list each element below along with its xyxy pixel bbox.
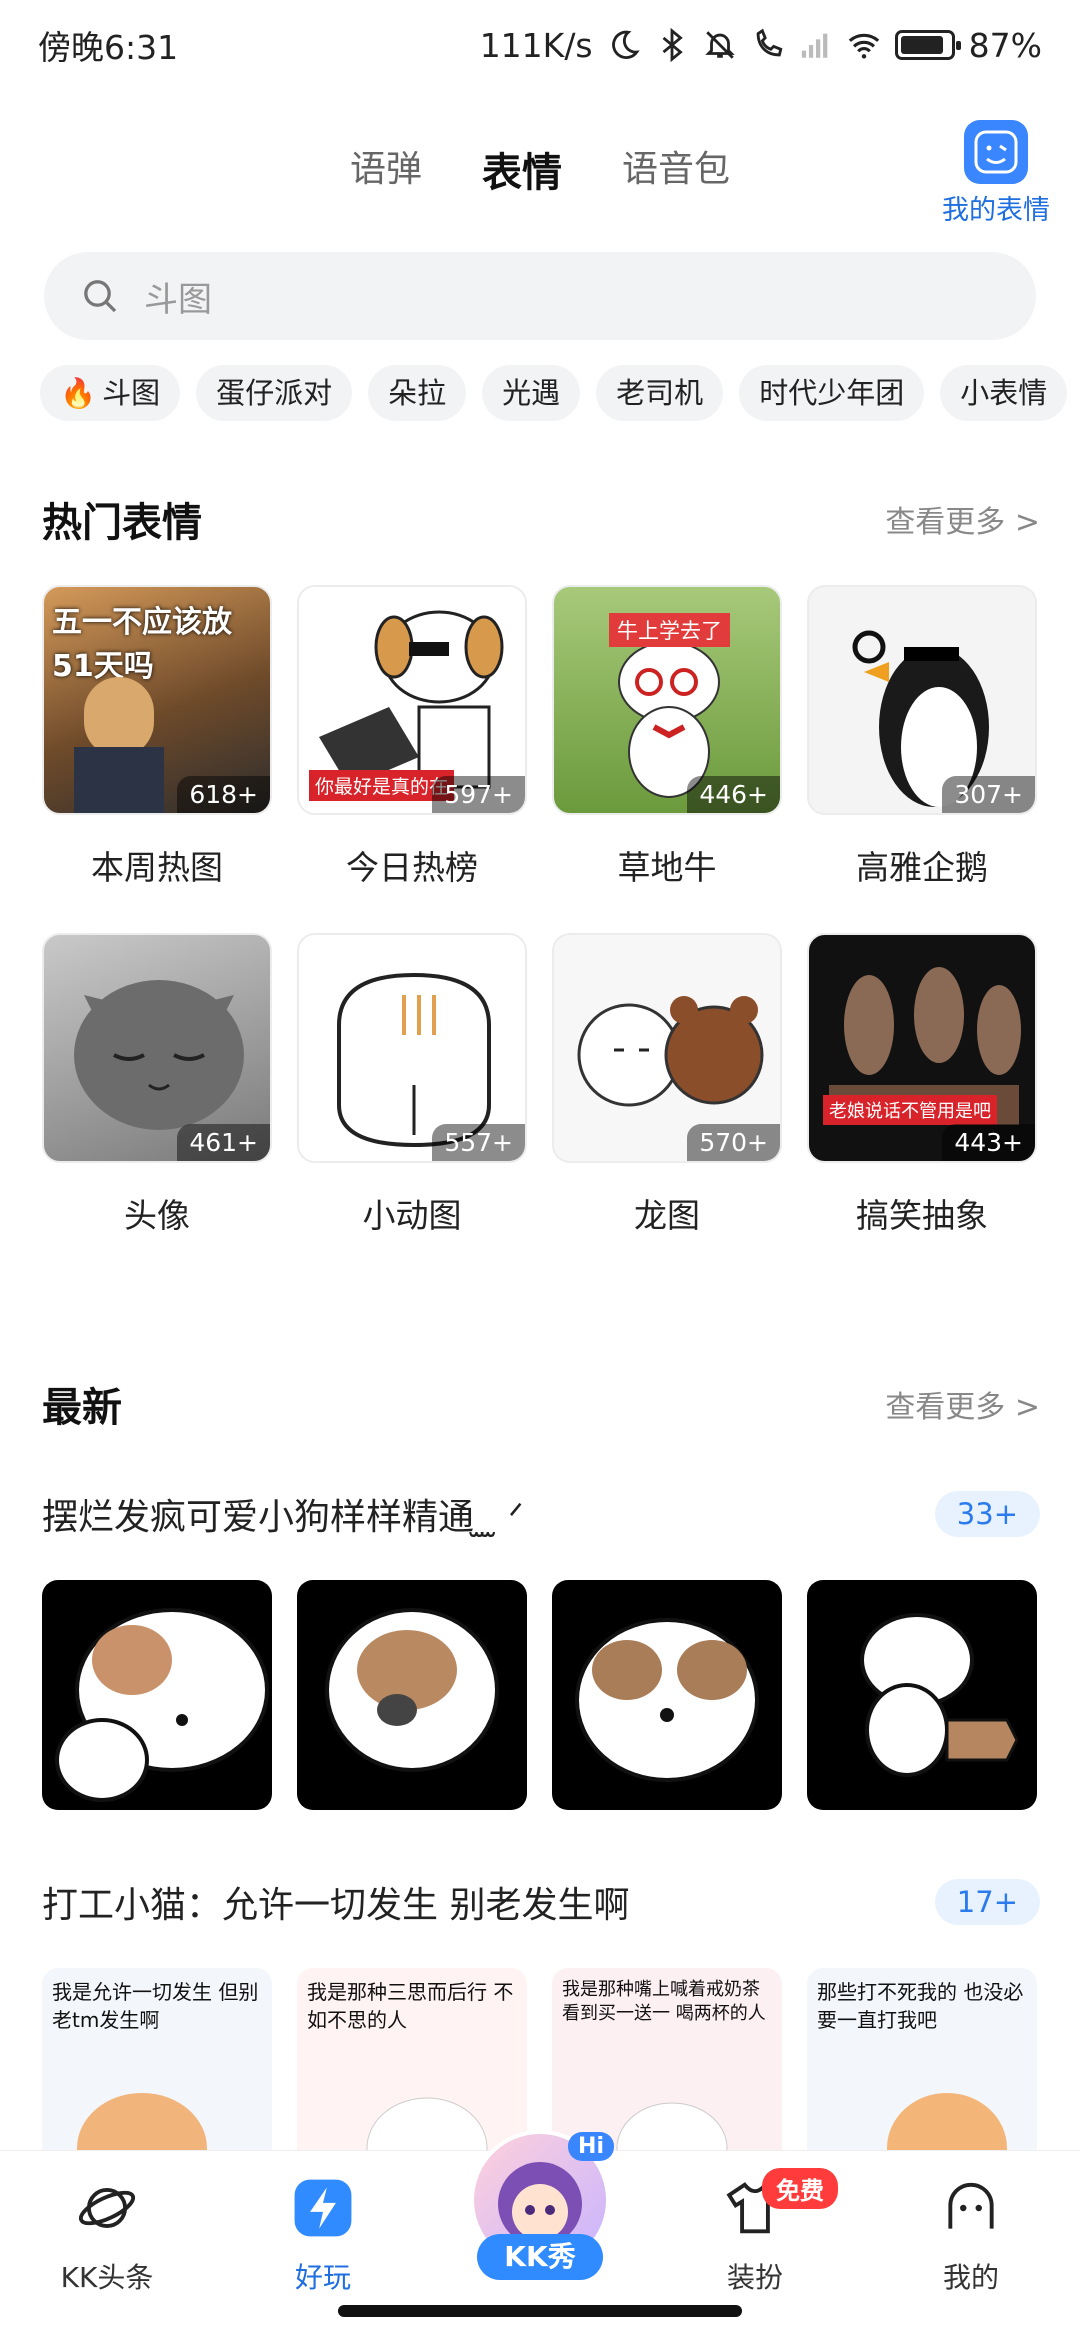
battery-icon	[894, 30, 961, 60]
search-placeholder: 斗图	[144, 279, 212, 320]
search-icon	[84, 280, 117, 313]
planet-icon	[78, 2187, 136, 2229]
latest-title: 最新	[42, 1385, 122, 1431]
sticker-thumbnail[interactable]: 我是允许一切发生 但别老tm发生啊	[42, 1968, 272, 2150]
sticker-thumbnail[interactable]	[807, 1580, 1037, 1810]
chip-dora[interactable]: 朵拉	[368, 365, 467, 421]
nav-kk-headlines[interactable]: KK头条	[42, 2177, 172, 2296]
thumbnail: 557+	[297, 933, 527, 1163]
pack-title-dog[interactable]: 摆烂发疯可爱小狗样样精通 ̫ ̫ ᐟ 33+	[42, 1488, 1040, 1540]
network-speed: 111K/s	[479, 25, 593, 65]
hot-grid: 五一不应该放 51天吗 618+ 本周热图 你最好是真的在 597+ 今日热榜 …	[42, 585, 1038, 1237]
my-expressions-button[interactable]: 我的表情	[942, 120, 1050, 227]
search-input[interactable]: 斗图	[44, 252, 1036, 340]
thumbnail: 牛上学去了 446+	[552, 585, 782, 815]
sticker-thumbnail[interactable]: 那些打不死我的 也没必要一直打我吧	[807, 1968, 1037, 2150]
ghost-face-icon	[948, 2182, 994, 2229]
call-icon	[756, 28, 783, 57]
sticker-thumbnail[interactable]	[297, 1580, 527, 1810]
sticker-thumbnail[interactable]: 我是那种三思而后行 不如不思的人	[297, 1968, 527, 2150]
home-indicator[interactable]	[338, 2305, 742, 2317]
thumbnail: 570+	[552, 933, 782, 1163]
thumbnail: 307+	[807, 585, 1037, 815]
thumbnail: 老娘说话不管用是吧 443+	[807, 933, 1037, 1163]
nav-fun[interactable]: 好玩	[258, 2177, 388, 2296]
my-expressions-label: 我的表情	[942, 195, 1050, 226]
hot-card-dragon[interactable]: 570+ 龙图	[552, 933, 782, 1237]
hot-card-avatar[interactable]: 461+ 头像	[42, 933, 272, 1237]
sticker-thumbnail[interactable]	[42, 1580, 272, 1810]
thumbnail: 461+	[42, 933, 272, 1163]
hot-card-funny[interactable]: 老娘说话不管用是吧 443+ 搞笑抽象	[807, 933, 1037, 1237]
thumbnail: 你最好是真的在 597+	[297, 585, 527, 815]
sticker-thumbnail[interactable]: 我是那种嘴上喊着戒奶茶 看到买一送一 喝两杯的人	[552, 1968, 782, 2150]
hot-card-small-gif[interactable]: 557+ 小动图	[297, 933, 527, 1237]
pack-count-badge: 33+	[934, 1491, 1040, 1537]
hot-more-link[interactable]: 查看更多 >	[885, 497, 1040, 541]
status-time: 傍晚6:31	[38, 28, 179, 67]
chip-eggy-party[interactable]: 蛋仔派对	[196, 365, 353, 421]
smiley-icon	[964, 120, 1028, 184]
latest-section-header: 最新 查看更多 >	[42, 1375, 1040, 1433]
status-bar: 傍晚6:31 111K/s 87%	[0, 0, 1080, 90]
tab-expressions[interactable]: 表情	[482, 140, 562, 202]
free-badge: 免费	[762, 2168, 838, 2209]
hi-badge: Hi	[568, 2132, 614, 2161]
pack-title-cat[interactable]: 打工小猫：允许一切发生 别老发生啊 17+	[42, 1876, 1040, 1928]
hot-section-header: 热门表情 查看更多 >	[42, 490, 1040, 548]
mute-bell-icon	[704, 31, 735, 59]
chip-tnt[interactable]: 时代少年团	[739, 365, 925, 421]
nav-me[interactable]: 我的	[906, 2177, 1036, 2296]
thumbnail: 五一不应该放 51天吗 618+	[42, 585, 272, 815]
hot-card-today[interactable]: 你最好是真的在 597+ 今日热榜	[297, 585, 527, 889]
fire-icon: 🔥	[60, 376, 97, 410]
tab-voice-pack[interactable]: 语音包	[622, 140, 730, 198]
battery-percent: 87%	[968, 25, 1042, 65]
chip-old-driver[interactable]: 老司机	[596, 365, 724, 421]
signal-icon	[801, 33, 827, 58]
tab-danmu[interactable]: 语弹	[350, 140, 422, 198]
top-tabs: 语弹 表情 语音包	[0, 140, 1080, 202]
latest-more-link[interactable]: 查看更多 >	[885, 1382, 1040, 1426]
hot-card-weekly[interactable]: 五一不应该放 51天吗 618+ 本周热图	[42, 585, 272, 889]
hot-card-penguin[interactable]: 307+ 高雅企鹅	[807, 585, 1037, 889]
pack-strip-dog	[42, 1580, 1038, 1810]
wifi-icon	[848, 33, 879, 59]
lightning-icon	[294, 2179, 352, 2237]
moon-icon	[611, 30, 640, 59]
kk-show-button[interactable]: KK秀	[477, 2234, 603, 2280]
chip-small-stickers[interactable]: 小表情	[940, 365, 1068, 421]
sticker-thumbnail[interactable]	[552, 1580, 782, 1810]
pack-count-badge: 17+	[934, 1879, 1040, 1925]
hot-title: 热门表情	[42, 500, 202, 546]
chip-doutu[interactable]: 🔥 斗图	[40, 365, 181, 421]
hot-card-grass-cow[interactable]: 牛上学去了 446+ 草地牛	[552, 585, 782, 889]
tag-chips: 🔥 斗图 蛋仔派对 朵拉 光遇 老司机 时代少年团 小表情	[40, 365, 1080, 421]
bluetooth-icon	[662, 28, 683, 62]
pack-strip-cat: 我是允许一切发生 但别老tm发生啊 我是那种三思而后行 不如不思的人 我是那种嘴…	[42, 1968, 1038, 2150]
chip-sky[interactable]: 光遇	[482, 365, 581, 421]
